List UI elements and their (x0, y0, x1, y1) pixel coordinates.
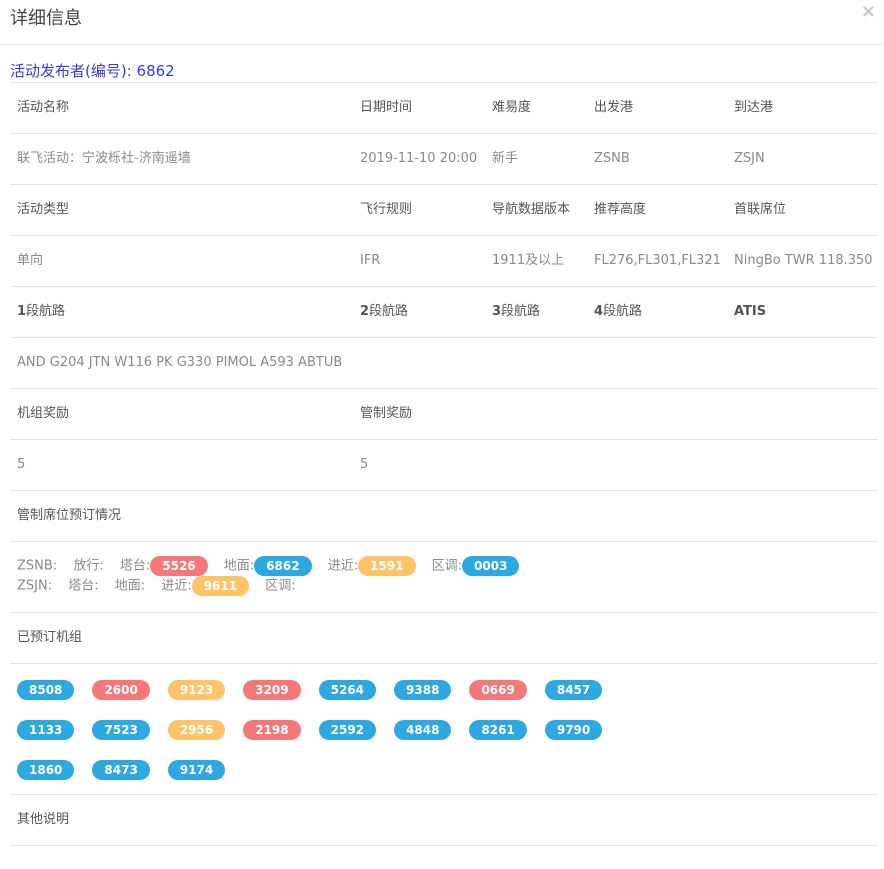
header-atis: ATIS (734, 304, 767, 319)
crew-badge[interactable]: 2600 (92, 679, 150, 700)
first-seat: NingBo TWR 118.350 (734, 253, 873, 268)
close-icon[interactable]: × (861, 3, 876, 21)
header-flight-rules: 飞行规则 (360, 202, 413, 217)
recommended-altitude: FL276,FL301,FL321 (594, 253, 721, 268)
flight-rules: IFR (360, 253, 381, 268)
crew-badge[interactable]: 8261 (469, 719, 527, 740)
crew-badge[interactable]: 9123 (167, 679, 226, 700)
seat-badge-ground[interactable]: 6862 (254, 556, 312, 576)
seat-label-tower: 塔台: (119, 558, 151, 574)
table-row-seat-title: 管制席位预订情况 (10, 491, 878, 542)
seat-label-approach: 进近: (327, 558, 359, 574)
header-activity-name: 活动名称 (17, 100, 70, 115)
crew-badge[interactable]: 8457 (544, 679, 603, 700)
header-route-3: 3段航路 (492, 287, 540, 337)
header-route-2: 2段航路 (360, 287, 408, 337)
header-atc-reward: 管制奖励 (360, 406, 413, 421)
arrival: ZSJN (734, 151, 765, 166)
header-activity-type: 活动类型 (17, 202, 70, 217)
crew-badge[interactable]: 9174 (167, 759, 226, 780)
table-row-reward-values: 5 5 (10, 440, 878, 491)
crew-badge[interactable]: 2956 (167, 719, 226, 740)
header-arrival: 到达港 (734, 100, 774, 115)
seat-line-zsnb: ZSNB: 放行: 塔台: 5526 地面: 6862 进近: 1591 区调: 000… (17, 556, 520, 576)
difficulty: 新手 (492, 151, 519, 166)
activity-type: 单向 (17, 253, 44, 268)
other-title: 其他说明 (17, 812, 70, 827)
seat-badge-approach[interactable]: 9611 (191, 576, 250, 596)
seat-label-tower: 塔台: (68, 578, 99, 594)
crew-badge[interactable]: 4848 (394, 719, 452, 740)
seat-booking: ZSNB: 放行: 塔台: 5526 地面: 6862 进近: 1591 区调: 000… (10, 542, 878, 613)
crew-badge[interactable]: 5264 (318, 679, 377, 700)
datetime: 2019-11-10 20:00 (360, 151, 478, 166)
table-row-headers-1: 活动名称 日期时间 难易度 出发港 到达港 (10, 83, 878, 134)
modal-title: 详细信息 (10, 8, 82, 29)
activity-name: 联飞活动：宁波栎社-济南遥墙 (17, 151, 191, 166)
crew-reward: 5 (17, 457, 26, 472)
departure: ZSNB (594, 151, 630, 166)
seat-line-zsjn: ZSJN: 塔台: 地面: 进近: 9611 区调: (17, 576, 296, 596)
header-nav-data: 导航数据版本 (492, 202, 571, 217)
booked-crews: 8508 2600 9123 3209 5264 9388 0669 8457 1133 752… (10, 664, 878, 795)
booked-title: 已预订机组 (17, 630, 83, 645)
table-row-booked-title: 已预订机组 (10, 613, 878, 664)
route-label: 段航路 (501, 304, 541, 319)
crew-badge[interactable]: 2198 (243, 719, 301, 740)
route-number: 3 (492, 304, 502, 319)
atc-reward: 5 (360, 457, 369, 472)
header-route-4: 4段航路 (594, 287, 642, 337)
airport-code: ZSJN: (17, 578, 53, 594)
crew-badge[interactable]: 0669 (469, 679, 527, 700)
table-row-route-headers: 1段航路 2段航路 3段航路 4段航路 ATIS (10, 287, 878, 338)
seat-label-area: 区调: (431, 558, 463, 574)
header-route-1: 1段航路 (17, 287, 65, 337)
route-1: AND G204 JTN W116 PK G330 PIMOL A593 ABT… (17, 355, 343, 370)
table-row-route: AND G204 JTN W116 PK G330 PIMOL A593 ABT… (10, 338, 878, 389)
header-difficulty: 难易度 (492, 100, 532, 115)
route-number: 4 (594, 304, 604, 319)
header-altitude: 推荐高度 (594, 202, 647, 217)
route-number: 1 (17, 304, 27, 319)
seat-badge-area[interactable]: 0003 (462, 556, 520, 576)
publisher-label: 活动发布者(编号): 6862 (10, 62, 175, 80)
header-datetime: 日期时间 (360, 100, 413, 115)
route-number: 2 (360, 304, 370, 319)
crew-row: 1133 7523 2956 2198 2592 4848 8261 9790 (17, 719, 620, 740)
crew-row: 1860 8473 9174 (17, 759, 243, 780)
seat-label-area: 区调: (265, 578, 296, 594)
route-label: 段航路 (603, 304, 643, 319)
seat-label-ground: 地面: (223, 558, 255, 574)
header-crew-reward: 机组奖励 (17, 406, 70, 421)
table-row-other-title: 其他说明 (10, 795, 878, 846)
crew-badge[interactable]: 2592 (318, 719, 377, 740)
route-label: 段航路 (369, 304, 409, 319)
table-row-reward-headers: 机组奖励 管制奖励 (10, 389, 878, 440)
crew-badge[interactable]: 1860 (17, 759, 75, 780)
crew-badge[interactable]: 9790 (544, 719, 603, 740)
table-row-values-2: 单向 IFR 1911及以上 FL276,FL301,FL321 NingBo … (10, 236, 878, 287)
route-label: 段航路 (26, 304, 66, 319)
crew-badge[interactable]: 8473 (92, 759, 150, 780)
seat-label-approach: 进近: (161, 578, 192, 594)
seat-badge-tower[interactable]: 5526 (150, 556, 208, 576)
seat-label-release: 放行: (73, 558, 104, 574)
seat-badge-approach[interactable]: 1591 (358, 556, 416, 576)
crew-row: 8508 2600 9123 3209 5264 9388 0669 8457 (17, 679, 620, 700)
table-row-headers-2: 活动类型 飞行规则 导航数据版本 推荐高度 首联席位 (10, 185, 878, 236)
table-row-values-1: 联飞活动：宁波栎社-济南遥墙 2019-11-10 20:00 新手 ZSNB … (10, 134, 878, 185)
seat-label-ground: 地面: (114, 578, 146, 594)
header-first-seat: 首联席位 (734, 202, 787, 217)
seat-title: 管制席位预订情况 (17, 508, 122, 523)
crew-badge[interactable]: 7523 (92, 719, 150, 740)
crew-badge[interactable]: 8508 (17, 679, 75, 700)
crew-badge[interactable]: 9388 (394, 679, 452, 700)
nav-data-version: 1911及以上 (492, 253, 565, 268)
modal-header: 详细信息 × (0, 0, 884, 45)
airport-code: ZSNB: (17, 558, 58, 574)
crew-badge[interactable]: 1133 (17, 719, 75, 740)
header-departure: 出发港 (594, 100, 634, 115)
crew-badge[interactable]: 3209 (243, 679, 301, 700)
